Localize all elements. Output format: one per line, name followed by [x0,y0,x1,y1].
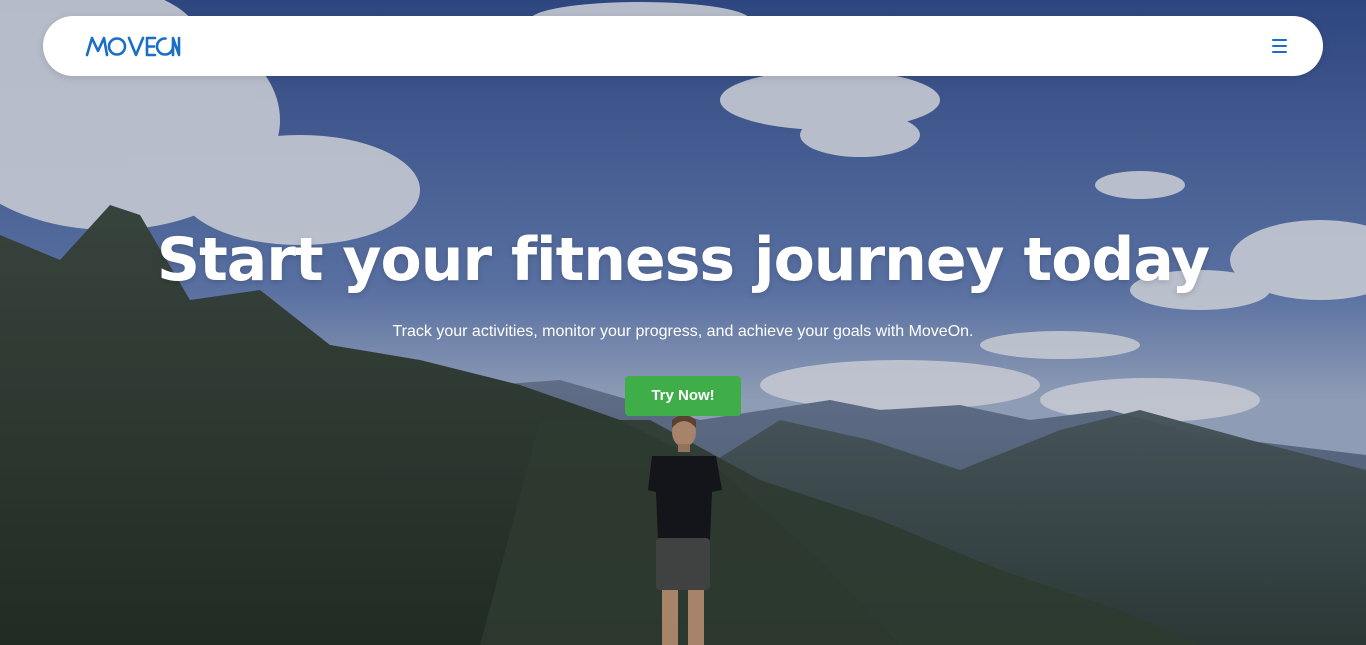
menu-line [1271,45,1287,47]
menu-line [1271,51,1287,53]
hamburger-menu-icon[interactable] [1267,34,1291,58]
hero-subtitle: Track your activities, monitor your prog… [392,323,974,340]
top-navbar: MOVEON [43,16,1323,76]
moveon-logo[interactable]: MOVEON [85,34,181,58]
hero-content: Start your fitness journey today Track y… [0,222,1366,416]
hero-title: Start your fitness journey today [156,225,1210,295]
try-now-button[interactable]: Try Now! [625,376,741,416]
menu-line [1271,39,1287,41]
moveon-logo-icon [85,36,181,57]
